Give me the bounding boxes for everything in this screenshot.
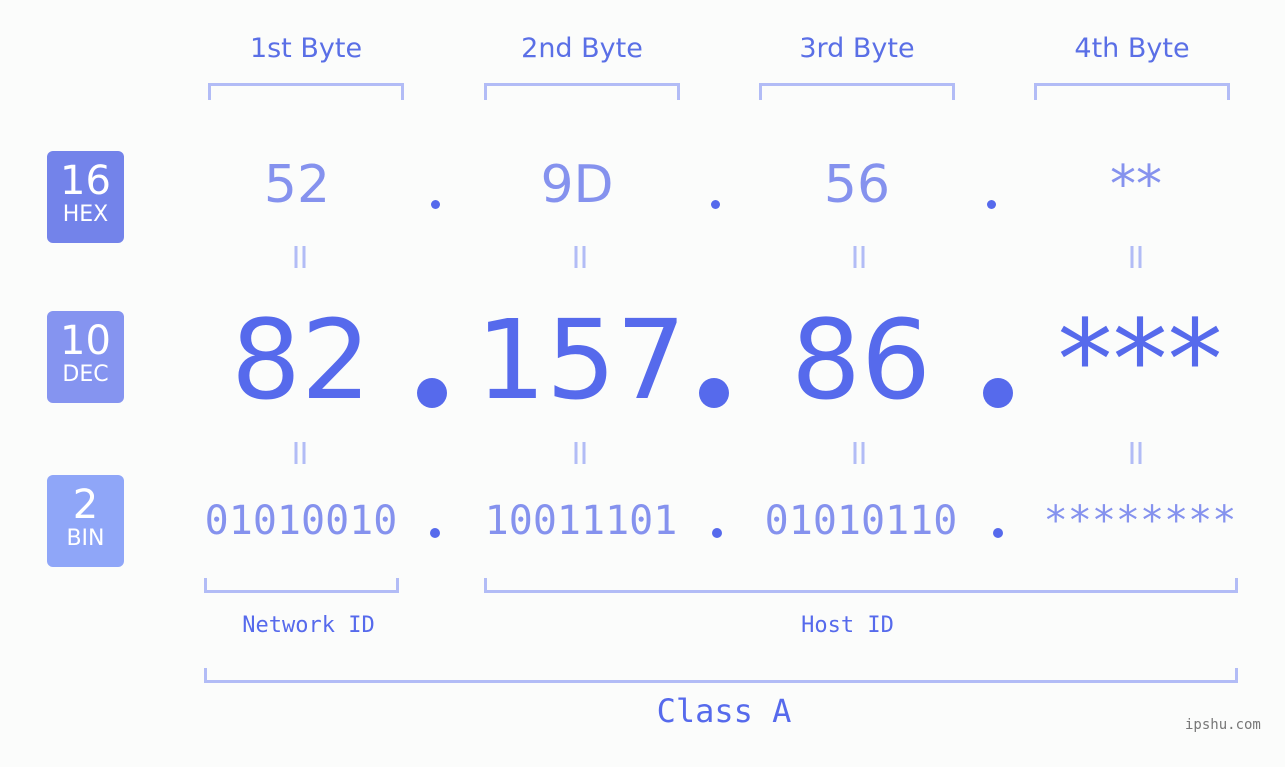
hex-byte-1: 52: [263, 155, 331, 215]
hex-byte-4: **: [1110, 155, 1162, 215]
hex-dot-2: [711, 200, 720, 209]
host-id-label: Host ID: [801, 613, 894, 638]
bracket-byte-2: [484, 83, 680, 100]
bin-byte-2: 10011101: [484, 498, 678, 544]
header-byte-1: 1st Byte: [249, 33, 363, 64]
bin-byte-3: 01010110: [764, 498, 958, 544]
bin-dot-2: [712, 528, 722, 538]
equals-icon: [1116, 436, 1156, 478]
equals-icon: [839, 436, 879, 478]
badge-dec-number: 10: [60, 318, 111, 364]
dec-dot-3: [983, 378, 1013, 408]
dec-byte-2: 157: [476, 296, 686, 424]
bracket-byte-4: [1034, 83, 1230, 100]
badge-hex-number: 16: [60, 158, 111, 204]
badge-hex: 16 HEX: [47, 151, 124, 243]
dec-dot-2: [699, 378, 729, 408]
hex-byte-2: 9D: [540, 155, 614, 215]
badge-bin: 2 BIN: [47, 475, 124, 567]
hex-dot-3: [987, 200, 996, 209]
network-id-bracket: [204, 578, 399, 593]
dec-dot-1: [417, 378, 447, 408]
equals-icon: [839, 240, 879, 282]
watermark: ipshu.com: [1185, 717, 1261, 733]
class-label: Class A: [656, 692, 792, 730]
equals-icon: [560, 240, 600, 282]
badge-dec: 10 DEC: [47, 311, 124, 403]
hex-byte-3: 56: [823, 155, 891, 215]
equals-icon: [560, 436, 600, 478]
badge-bin-label: BIN: [66, 526, 105, 551]
bracket-byte-3: [759, 83, 955, 100]
dec-byte-1: 82: [231, 296, 371, 424]
hex-dot-1: [431, 200, 440, 209]
header-byte-4: 4th Byte: [1074, 33, 1190, 64]
equals-icon: [280, 240, 320, 282]
bin-dot-1: [430, 528, 440, 538]
dec-byte-3: 86: [791, 296, 931, 424]
equals-icon: [280, 436, 320, 478]
badge-hex-label: HEX: [62, 202, 109, 227]
host-id-bracket: [484, 578, 1238, 593]
network-id-label: Network ID: [242, 613, 375, 638]
bracket-byte-1: [208, 83, 404, 100]
bin-dot-3: [993, 528, 1003, 538]
dec-byte-4: ***: [1057, 296, 1223, 424]
class-bracket: [204, 668, 1238, 683]
badge-bin-number: 2: [72, 482, 99, 528]
bin-byte-4: ********: [1043, 498, 1237, 544]
bin-byte-1: 01010010: [204, 498, 398, 544]
header-byte-2: 2nd Byte: [521, 33, 643, 64]
header-byte-3: 3rd Byte: [799, 33, 915, 64]
equals-icon: [1116, 240, 1156, 282]
badge-dec-label: DEC: [62, 362, 109, 387]
